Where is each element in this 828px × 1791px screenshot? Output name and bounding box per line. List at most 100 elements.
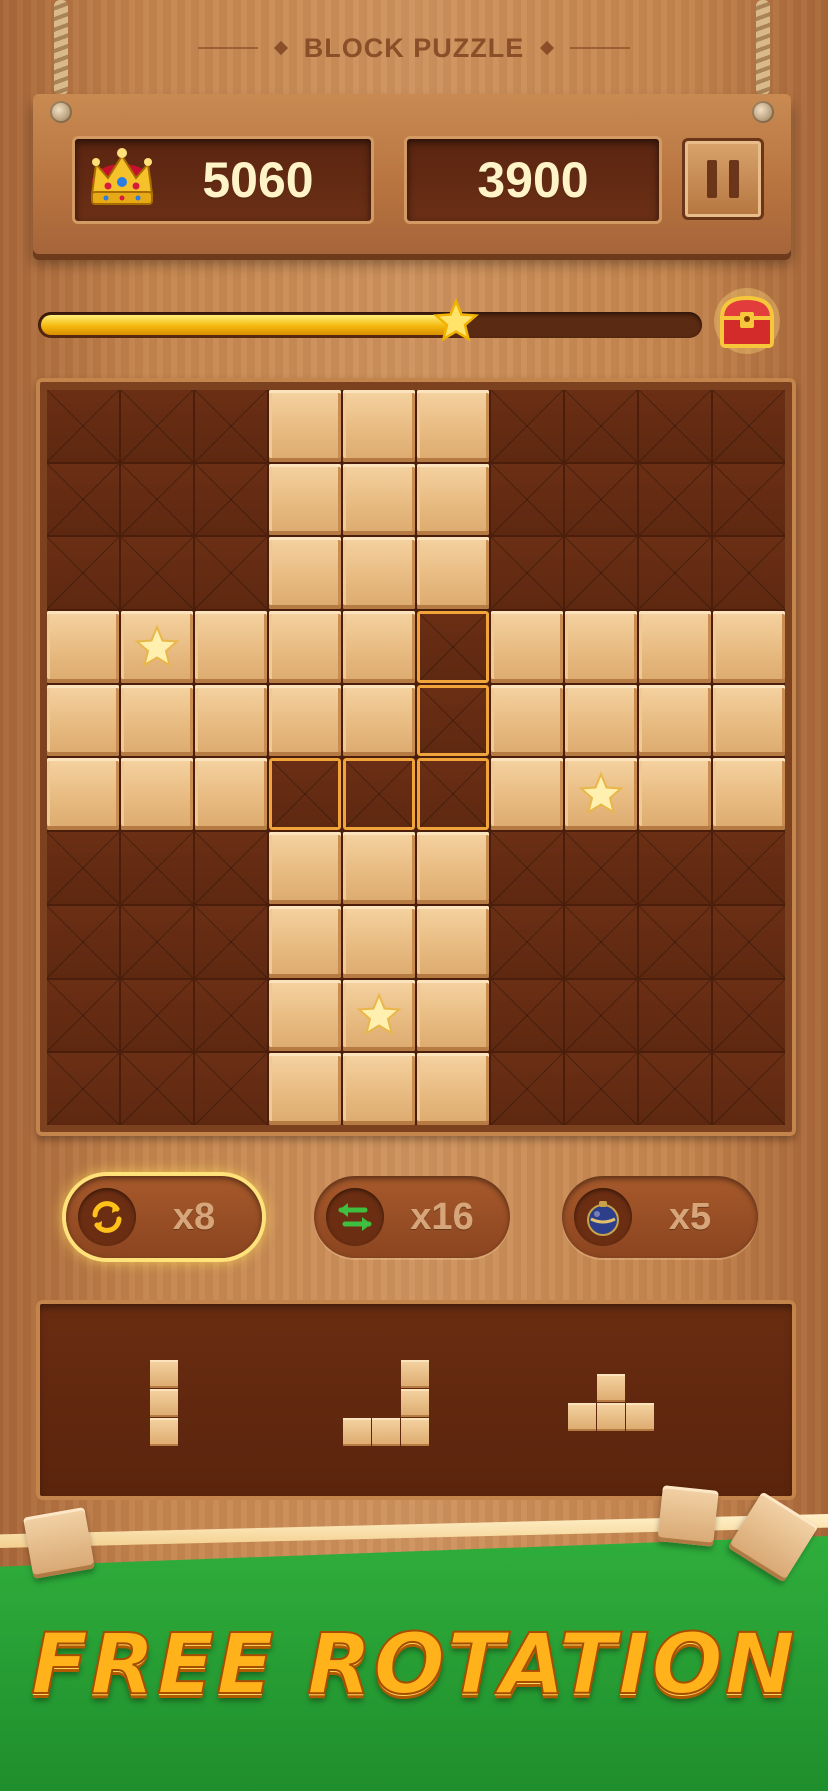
board-cell-empty[interactable] bbox=[713, 905, 785, 978]
wood-block[interactable] bbox=[47, 758, 119, 831]
wood-block[interactable] bbox=[343, 390, 415, 462]
wood-block[interactable] bbox=[417, 1053, 489, 1125]
board-cell-empty[interactable] bbox=[491, 1053, 563, 1125]
wood-block[interactable] bbox=[269, 390, 341, 462]
board-cell-empty[interactable] bbox=[713, 1053, 785, 1125]
wood-block[interactable] bbox=[269, 537, 341, 610]
star-block[interactable] bbox=[343, 979, 415, 1052]
board-cell-empty[interactable] bbox=[565, 463, 637, 536]
pause-button[interactable] bbox=[682, 138, 764, 220]
board-cell-empty[interactable] bbox=[491, 537, 563, 610]
board-cell-empty[interactable] bbox=[713, 832, 785, 904]
board-cell-empty[interactable] bbox=[47, 832, 119, 904]
board-cell-empty[interactable] bbox=[565, 832, 637, 904]
board-cell-empty[interactable] bbox=[195, 537, 267, 610]
bomb-booster[interactable]: x5 bbox=[562, 1176, 758, 1258]
board-cell-empty[interactable] bbox=[121, 979, 193, 1052]
board-cell-empty[interactable] bbox=[639, 905, 711, 978]
board-cell-empty[interactable] bbox=[713, 463, 785, 536]
board-cell-empty[interactable] bbox=[565, 390, 637, 462]
board-cell-empty[interactable] bbox=[121, 832, 193, 904]
board-cell-empty[interactable] bbox=[195, 979, 267, 1052]
board-cell-empty[interactable] bbox=[639, 832, 711, 904]
board-cell-empty[interactable] bbox=[121, 537, 193, 610]
board-cell-empty[interactable] bbox=[47, 390, 119, 462]
wood-block[interactable] bbox=[713, 758, 785, 831]
wood-block[interactable] bbox=[565, 611, 637, 683]
board-cell-empty[interactable] bbox=[47, 1053, 119, 1125]
wood-block[interactable] bbox=[417, 979, 489, 1052]
wood-block[interactable] bbox=[343, 537, 415, 610]
wood-block[interactable] bbox=[417, 537, 489, 610]
board-cell-empty[interactable] bbox=[121, 390, 193, 462]
board-cell-empty[interactable] bbox=[195, 832, 267, 904]
board-cell-empty[interactable] bbox=[195, 390, 267, 462]
placement-hint-cell[interactable] bbox=[417, 611, 489, 683]
board-cell-empty[interactable] bbox=[47, 979, 119, 1052]
board-cell-empty[interactable] bbox=[639, 537, 711, 610]
wood-block[interactable] bbox=[639, 611, 711, 683]
board-cell-empty[interactable] bbox=[195, 1053, 267, 1125]
board-cell-empty[interactable] bbox=[491, 463, 563, 536]
wood-block[interactable] bbox=[269, 979, 341, 1052]
star-block[interactable] bbox=[121, 611, 193, 683]
wood-block[interactable] bbox=[343, 1053, 415, 1125]
wood-block[interactable] bbox=[121, 684, 193, 757]
board-cell-empty[interactable] bbox=[565, 1053, 637, 1125]
board-cell-empty[interactable] bbox=[565, 537, 637, 610]
placement-hint-cell[interactable] bbox=[343, 758, 415, 831]
board-cell-empty[interactable] bbox=[491, 832, 563, 904]
wood-block[interactable] bbox=[195, 758, 267, 831]
wood-block[interactable] bbox=[269, 684, 341, 757]
board-cell-empty[interactable] bbox=[565, 979, 637, 1052]
wood-block[interactable] bbox=[269, 905, 341, 978]
board-cell-empty[interactable] bbox=[565, 905, 637, 978]
board-cell-empty[interactable] bbox=[121, 1053, 193, 1125]
board-cell-empty[interactable] bbox=[639, 979, 711, 1052]
board-cell-empty[interactable] bbox=[491, 979, 563, 1052]
wood-block[interactable] bbox=[343, 684, 415, 757]
wood-block[interactable] bbox=[269, 832, 341, 904]
board-cell-empty[interactable] bbox=[639, 390, 711, 462]
wood-block[interactable] bbox=[343, 905, 415, 978]
board-cell-empty[interactable] bbox=[47, 463, 119, 536]
board-cell-empty[interactable] bbox=[491, 390, 563, 462]
wood-block[interactable] bbox=[195, 611, 267, 683]
wood-block[interactable] bbox=[491, 758, 563, 831]
board-cell-empty[interactable] bbox=[713, 537, 785, 610]
wood-block[interactable] bbox=[417, 832, 489, 904]
rotate-booster[interactable]: x8 bbox=[66, 1176, 262, 1258]
board-cell-empty[interactable] bbox=[639, 1053, 711, 1125]
wood-block[interactable] bbox=[343, 611, 415, 683]
wood-block[interactable] bbox=[269, 611, 341, 683]
board-cell-empty[interactable] bbox=[491, 905, 563, 978]
wood-block[interactable] bbox=[713, 611, 785, 683]
wood-block[interactable] bbox=[195, 684, 267, 757]
wood-block[interactable] bbox=[121, 758, 193, 831]
wood-block[interactable] bbox=[639, 684, 711, 757]
wood-block[interactable] bbox=[713, 684, 785, 757]
board-cell-empty[interactable] bbox=[195, 905, 267, 978]
wood-block[interactable] bbox=[417, 463, 489, 536]
wood-block[interactable] bbox=[343, 832, 415, 904]
wood-block[interactable] bbox=[47, 611, 119, 683]
board-cell-empty[interactable] bbox=[121, 905, 193, 978]
wood-block[interactable] bbox=[639, 758, 711, 831]
placement-hint-cell[interactable] bbox=[269, 758, 341, 831]
wood-block[interactable] bbox=[417, 390, 489, 462]
board-cell-empty[interactable] bbox=[195, 463, 267, 536]
wood-block[interactable] bbox=[491, 611, 563, 683]
wood-block[interactable] bbox=[417, 905, 489, 978]
board-cell-empty[interactable] bbox=[121, 463, 193, 536]
wood-block[interactable] bbox=[491, 684, 563, 757]
board-cell-empty[interactable] bbox=[47, 905, 119, 978]
wood-block[interactable] bbox=[269, 463, 341, 536]
placement-hint-cell[interactable] bbox=[417, 684, 489, 757]
wood-block[interactable] bbox=[343, 463, 415, 536]
board-cell-empty[interactable] bbox=[713, 390, 785, 462]
wood-block[interactable] bbox=[565, 684, 637, 757]
star-block[interactable] bbox=[565, 758, 637, 831]
treasure-chest-icon[interactable] bbox=[712, 288, 782, 354]
swap-booster[interactable]: x16 bbox=[314, 1176, 510, 1258]
board-cell-empty[interactable] bbox=[639, 463, 711, 536]
